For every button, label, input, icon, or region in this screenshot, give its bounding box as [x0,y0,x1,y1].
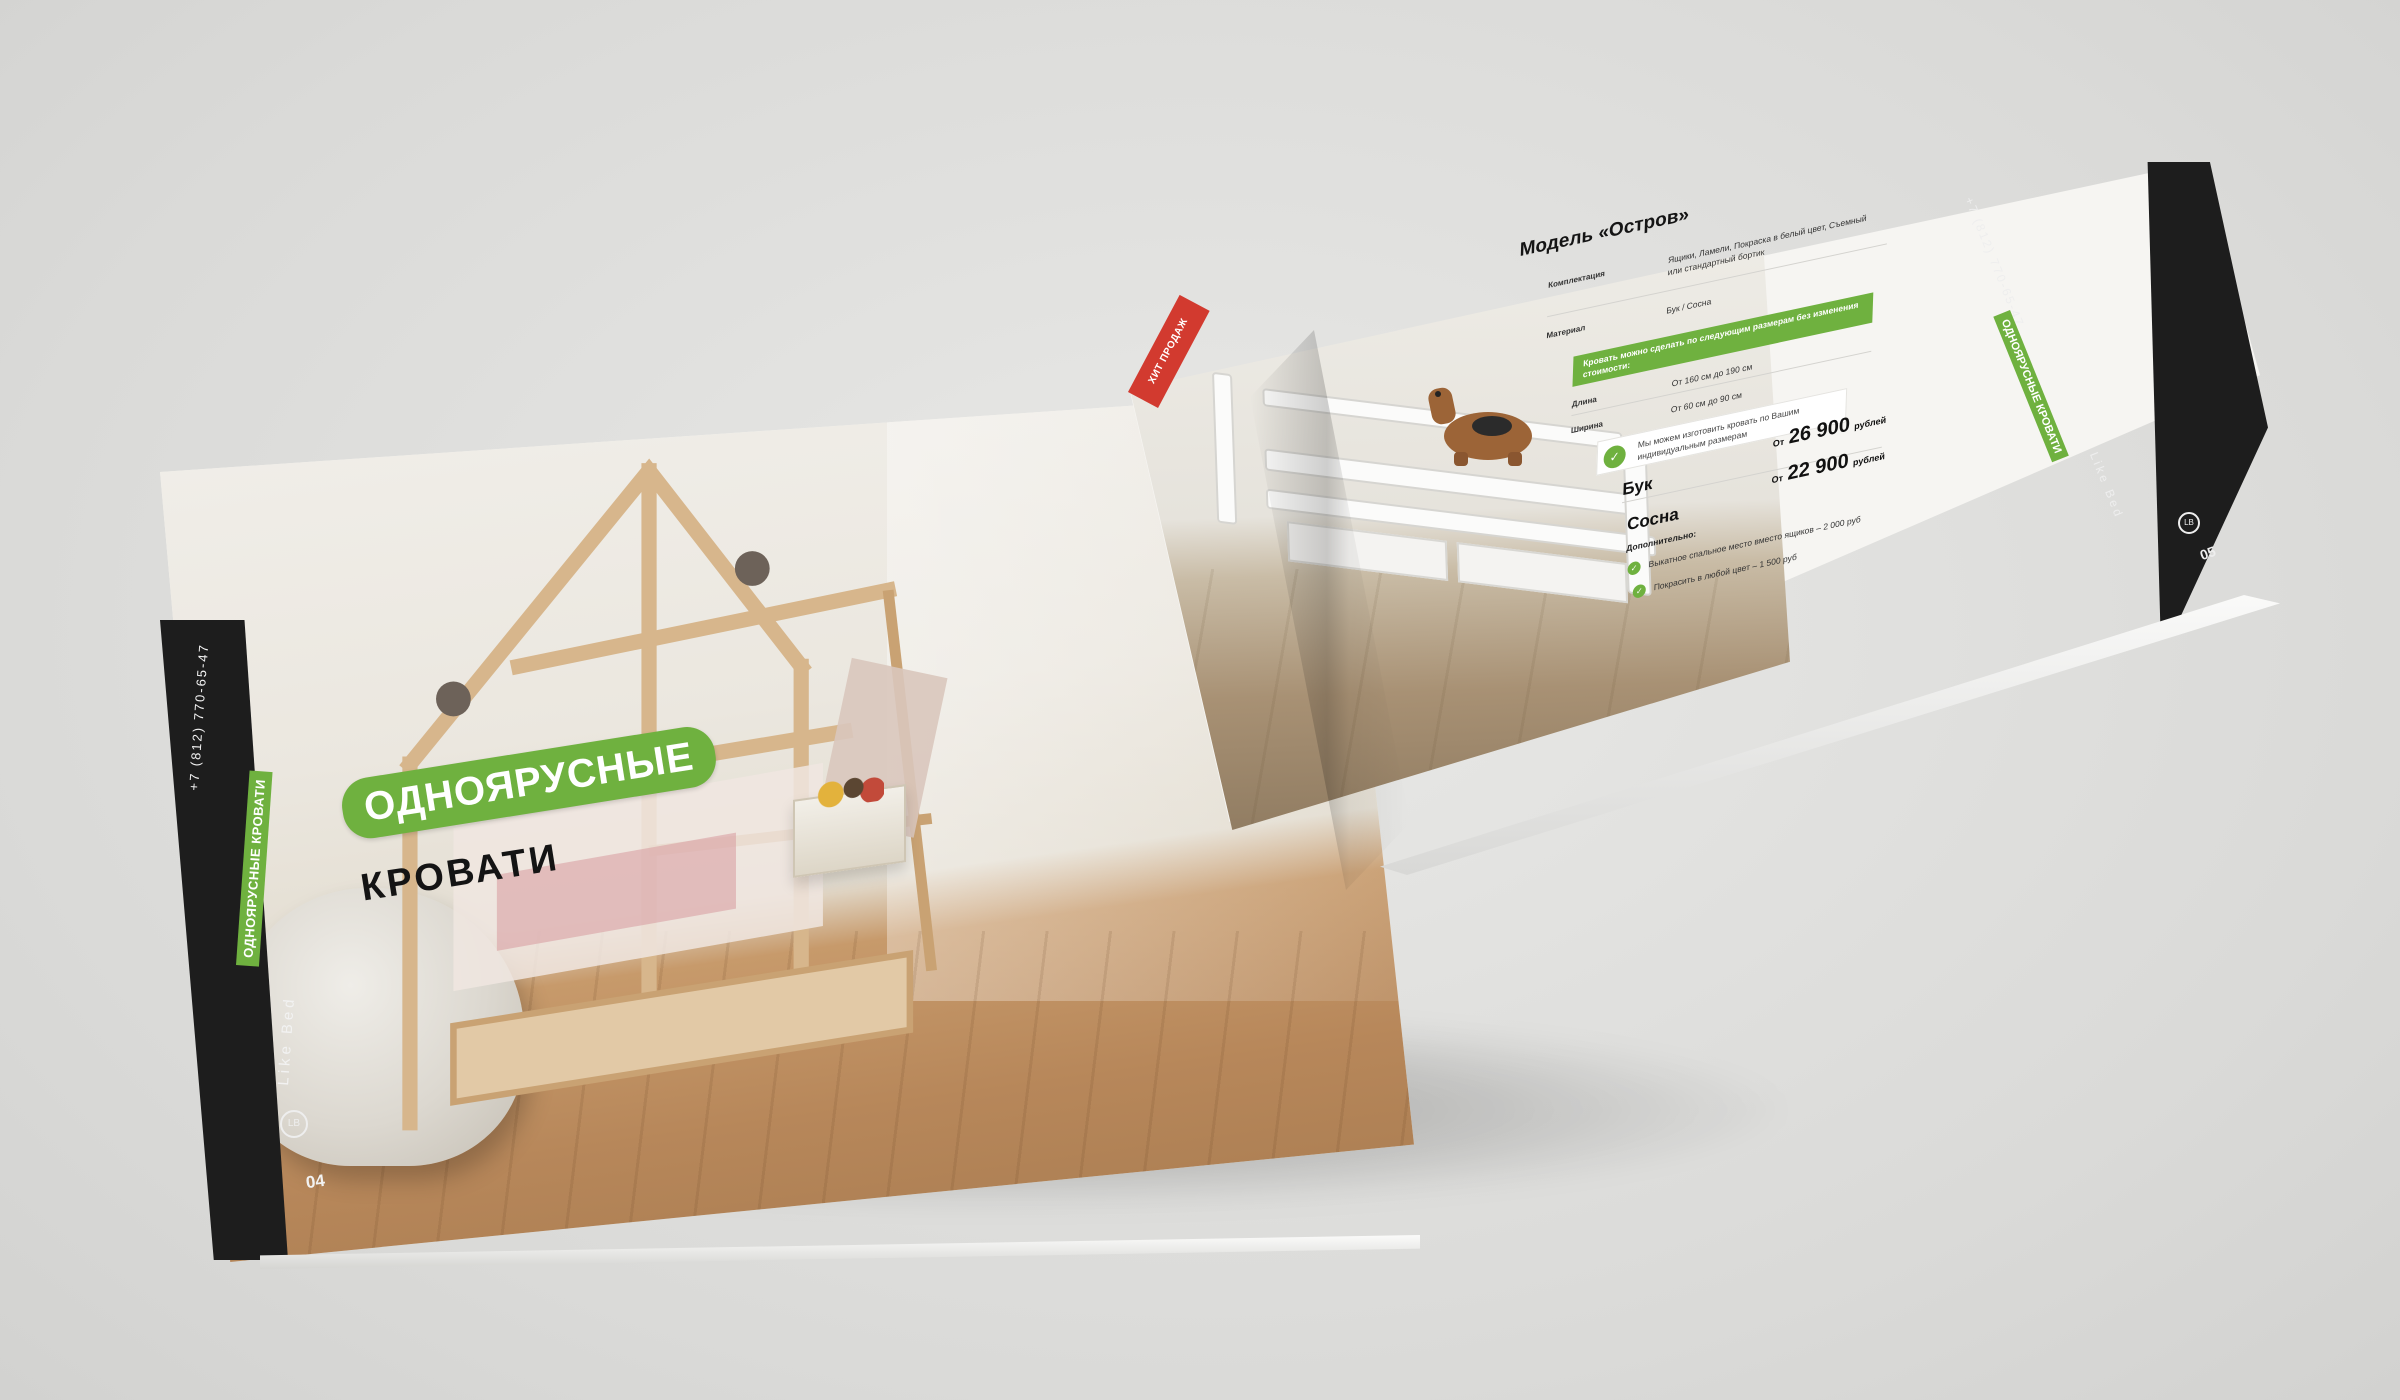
spec-key: Материал [1546,323,1586,341]
brand-logo-left: LB [280,1110,308,1138]
brand-logo-right: LB [2178,512,2200,534]
brand-name-right: Like Bed [2087,450,2127,521]
check-icon: ✓ [1627,560,1641,577]
model-title: Модель «Остров» [1519,203,1690,262]
wood-label-pine: Сосна [1626,504,1680,535]
product-spec-block: Модель «Остров» КомплектацияЯщики, Ламел… [1505,120,2080,673]
check-icon: ✓ [1632,583,1647,600]
toy-box [793,784,907,879]
page-number-left: 04 [304,1170,327,1193]
spec-key: Комплектация [1548,268,1606,291]
mockup-stage: +7 (812) 770-65-47 ОДНОЯРУСНЫЕ КРОВАТИ L… [0,0,2400,1400]
